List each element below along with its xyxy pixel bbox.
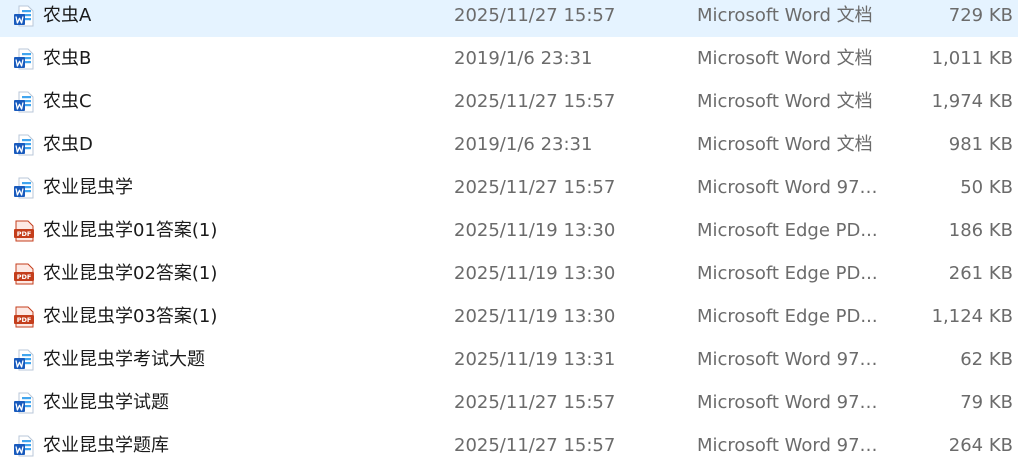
file-date-modified: 2025/11/27 15:57 bbox=[454, 435, 616, 456]
file-type: Microsoft Word 文档 bbox=[697, 91, 873, 112]
file-type: Microsoft Word 文档 bbox=[697, 134, 873, 155]
file-icon-cell: PDF bbox=[13, 295, 35, 338]
file-name: 农业昆虫学题库 bbox=[43, 435, 169, 456]
file-size: 79 KB bbox=[960, 392, 1013, 413]
file-type: Microsoft Word 文档 bbox=[697, 5, 873, 26]
file-size: 981 KB bbox=[948, 134, 1013, 155]
file-size: 1,974 KB bbox=[931, 91, 1013, 112]
file-type: Microsoft Word 文档 bbox=[697, 48, 873, 69]
file-icon-cell bbox=[13, 338, 35, 381]
file-type: Microsoft Edge PD... bbox=[697, 263, 878, 284]
file-type: Microsoft Word 97 ... bbox=[697, 177, 882, 198]
file-type: Microsoft Word 97 ... bbox=[697, 349, 882, 370]
file-size: 186 KB bbox=[948, 220, 1013, 241]
file-size: 62 KB bbox=[960, 349, 1013, 370]
file-type: Microsoft Word 97 ... bbox=[697, 435, 882, 456]
word-document-icon bbox=[13, 349, 35, 371]
file-icon-cell bbox=[13, 381, 35, 424]
file-name: 农虫D bbox=[43, 134, 93, 155]
word-document-icon bbox=[13, 48, 35, 70]
file-date-modified: 2025/11/19 13:30 bbox=[454, 263, 616, 284]
word-document-icon bbox=[13, 134, 35, 156]
file-date-modified: 2025/11/19 13:31 bbox=[454, 349, 616, 370]
file-row[interactable]: 农业昆虫学考试大题 2025/11/19 13:31 Microsoft Word … bbox=[0, 338, 1018, 381]
file-date-modified: 2019/1/6 23:31 bbox=[454, 134, 593, 155]
file-list: 农虫A 2025/11/27 15:57 Microsoft Word 文档 729 … bbox=[0, 0, 1018, 469]
file-size: 1,011 KB bbox=[931, 48, 1013, 69]
file-row[interactable]: 农虫B 2019/1/6 23:31 Microsoft Word 文档 1,011 … bbox=[0, 37, 1018, 80]
file-date-modified: 2025/11/19 13:30 bbox=[454, 220, 616, 241]
file-name: 农业昆虫学03答案(1) bbox=[43, 306, 218, 327]
file-icon-cell bbox=[13, 424, 35, 467]
file-row[interactable]: 农虫C 2025/11/27 15:57 Microsoft Word 文档 1,97… bbox=[0, 80, 1018, 123]
file-type: Microsoft Edge PD... bbox=[697, 220, 878, 241]
file-icon-cell bbox=[13, 0, 35, 37]
pdf-icon-label: PDF bbox=[17, 230, 32, 238]
file-type: Microsoft Edge PD... bbox=[697, 306, 878, 327]
word-document-icon bbox=[13, 177, 35, 199]
file-date-modified: 2025/11/27 15:57 bbox=[454, 177, 616, 198]
file-type: Microsoft Word 97 ... bbox=[697, 392, 882, 413]
file-row[interactable]: PDF 农业昆虫学01答案(1) 2025/11/19 13:30 Microsoft… bbox=[0, 209, 1018, 252]
pdf-icon-label: PDF bbox=[17, 316, 32, 324]
file-name: 农虫B bbox=[43, 48, 92, 69]
pdf-document-icon: PDF bbox=[13, 220, 35, 242]
file-date-modified: 2025/11/19 13:30 bbox=[454, 306, 616, 327]
pdf-document-icon: PDF bbox=[13, 263, 35, 285]
word-document-icon bbox=[13, 5, 35, 27]
word-document-icon bbox=[13, 392, 35, 414]
file-row[interactable]: PDF 农业昆虫学02答案(1) 2025/11/19 13:30 Microsoft… bbox=[0, 252, 1018, 295]
file-icon-cell: PDF bbox=[13, 209, 35, 252]
file-date-modified: 2025/11/27 15:57 bbox=[454, 91, 616, 112]
file-name: 农业昆虫学02答案(1) bbox=[43, 263, 218, 284]
file-size: 264 KB bbox=[948, 435, 1013, 456]
file-icon-cell bbox=[13, 166, 35, 209]
file-date-modified: 2025/11/27 15:57 bbox=[454, 5, 616, 26]
file-size: 1,124 KB bbox=[931, 306, 1013, 327]
file-row[interactable]: 农虫A 2025/11/27 15:57 Microsoft Word 文档 729 … bbox=[0, 0, 1018, 37]
word-document-icon bbox=[13, 435, 35, 457]
file-row[interactable]: 农业昆虫学试题 2025/11/27 15:57 Microsoft Word 97… bbox=[0, 381, 1018, 424]
file-date-modified: 2025/11/27 15:57 bbox=[454, 392, 616, 413]
pdf-icon-label: PDF bbox=[17, 273, 32, 281]
file-name: 农业昆虫学01答案(1) bbox=[43, 220, 218, 241]
file-name: 农业昆虫学 bbox=[43, 177, 133, 198]
file-row[interactable]: 农业昆虫学题库 2025/11/27 15:57 Microsoft Word 97… bbox=[0, 424, 1018, 467]
file-name: 农业昆虫学试题 bbox=[43, 392, 169, 413]
file-row[interactable]: 农虫D 2019/1/6 23:31 Microsoft Word 文档 981 KB bbox=[0, 123, 1018, 166]
file-icon-cell bbox=[13, 80, 35, 123]
file-size: 261 KB bbox=[948, 263, 1013, 284]
file-icon-cell bbox=[13, 37, 35, 80]
word-document-icon bbox=[13, 91, 35, 113]
pdf-document-icon: PDF bbox=[13, 306, 35, 328]
file-icon-cell bbox=[13, 123, 35, 166]
file-name: 农虫A bbox=[43, 5, 92, 26]
file-size: 50 KB bbox=[960, 177, 1013, 198]
file-size: 729 KB bbox=[948, 5, 1013, 26]
file-name: 农业昆虫学考试大题 bbox=[43, 349, 205, 370]
file-icon-cell: PDF bbox=[13, 252, 35, 295]
file-row[interactable]: 农业昆虫学 2025/11/27 15:57 Microsoft Word 97 .… bbox=[0, 166, 1018, 209]
file-row[interactable]: PDF 农业昆虫学03答案(1) 2025/11/19 13:30 Microsoft… bbox=[0, 295, 1018, 338]
file-name: 农虫C bbox=[43, 91, 92, 112]
file-date-modified: 2019/1/6 23:31 bbox=[454, 48, 593, 69]
